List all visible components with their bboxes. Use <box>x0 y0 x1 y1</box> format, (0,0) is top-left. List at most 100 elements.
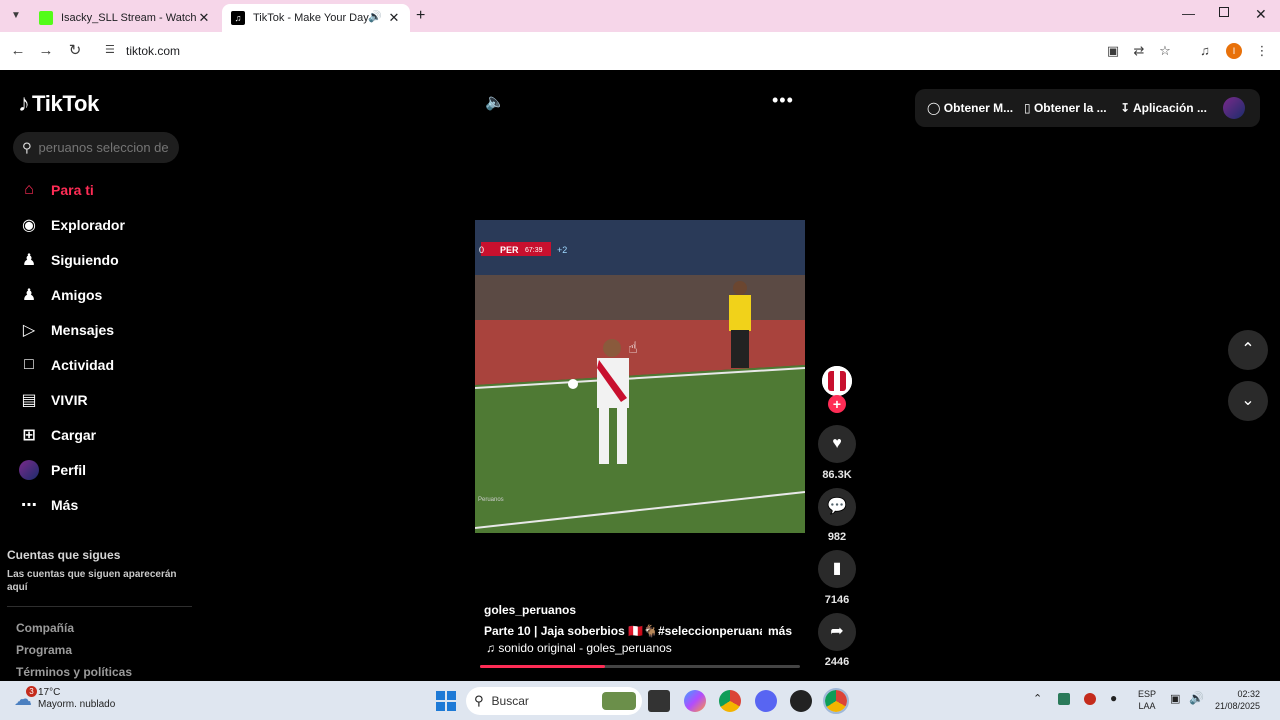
caption-more-link[interactable]: más <box>768 624 792 638</box>
following-title: Cuentas que sigues <box>7 548 121 562</box>
sidebar-item-perfil[interactable]: Perfil <box>18 455 188 485</box>
close-tab-icon[interactable]: ✕ <box>386 10 402 26</box>
fpf-crest-icon <box>822 366 852 396</box>
tray-chevron-icon[interactable]: ⌃ <box>1033 692 1042 705</box>
sidebar-item-siguiendo[interactable]: ♟ Siguiendo <box>18 245 188 275</box>
tray-app-icon[interactable] <box>1058 693 1070 705</box>
address-bar[interactable]: ☰ tiktok.com <box>96 36 1186 66</box>
sidebar-item-para-ti[interactable]: ⌂ Para ti <box>18 175 188 205</box>
footer-link-programa[interactable]: Programa <box>16 643 72 657</box>
phone-icon: ▯ <box>1024 101 1031 115</box>
previous-video-button[interactable]: ⌃ <box>1228 330 1268 370</box>
sidebar-item-explorador[interactable]: ◉ Explorador <box>18 210 188 240</box>
scoreboard-team: PER <box>500 245 519 255</box>
url-text[interactable]: tiktok.com <box>126 44 180 58</box>
volume-tray-icon[interactable]: 🔊 <box>1189 691 1204 705</box>
start-button[interactable] <box>436 691 456 711</box>
back-icon[interactable]: ← <box>8 41 28 61</box>
sidebar-item-label: Cargar <box>51 427 97 443</box>
lang-bottom: LAA <box>1138 701 1156 711</box>
video-progress-bar[interactable] <box>480 665 800 668</box>
media-controls-icon[interactable]: ♫ <box>1195 41 1215 61</box>
microphone-icon[interactable]: ● <box>1110 691 1117 705</box>
browser-tab-strip: ▼ Isacky_SLL Stream - Watch Live ✕ ♫ Tik… <box>0 0 1280 32</box>
comment-count: 982 <box>827 531 847 543</box>
brand-name: TikTok <box>32 91 100 116</box>
search-icon[interactable]: ⚲ <box>22 140 32 156</box>
site-info-icon[interactable]: ☰ <box>105 43 115 56</box>
tab-isacky-stream[interactable]: Isacky_SLL Stream - Watch Live ✕ <box>30 4 220 32</box>
footer-link-terminos[interactable]: Términos y políticas <box>16 665 132 679</box>
get-coins-button[interactable]: ◯ Obtener M... <box>927 101 1013 115</box>
sidebar-item-vivir[interactable]: ▤ VIVIR <box>18 385 188 415</box>
live-icon: ▤ <box>21 392 37 409</box>
sidebar-item-mensajes[interactable]: ▷ Mensajes <box>18 315 188 345</box>
profile-avatar-top[interactable] <box>1223 97 1245 119</box>
menu-kebab-icon[interactable]: ⋮ <box>1252 41 1272 61</box>
profile-avatar[interactable]: I <box>1226 43 1242 59</box>
taskbar-search[interactable]: ⚲ Buscar <box>466 687 642 715</box>
comment-button[interactable]: 💬 <box>818 488 856 526</box>
install-app-icon[interactable]: ▣ <box>1103 41 1123 61</box>
creator-avatar[interactable] <box>822 366 852 396</box>
task-view-icon[interactable] <box>648 690 670 712</box>
football <box>568 379 578 389</box>
video-player[interactable]: 0 PER 67:39 +2 Peruanos ☝ <box>475 220 805 533</box>
volume-icon[interactable]: 🔈 <box>485 92 505 112</box>
system-clock[interactable]: 02:32 21/08/2025 <box>1215 688 1260 712</box>
tiktok-app: ♪ TikTok ⚲ ⌂ Para ti ◉ Explorador ♟ Sigu… <box>0 70 1280 681</box>
sidebar-item-actividad[interactable]: □ Actividad <box>18 350 188 380</box>
clock-date: 21/08/2025 <box>1215 701 1261 711</box>
desktop-app-button[interactable]: ↧ Aplicación ... <box>1120 101 1207 115</box>
close-window-button[interactable]: ✕ <box>1255 6 1267 23</box>
lang-top: ESP <box>1138 689 1157 699</box>
pitch <box>475 365 805 533</box>
minimize-button[interactable]: — <box>1182 6 1195 21</box>
search-box[interactable]: ⚲ <box>13 132 179 163</box>
coin-icon: ◯ <box>927 101 941 115</box>
share-button[interactable]: ➦ <box>818 613 856 651</box>
tab-search-icon[interactable]: ▼ <box>6 6 26 26</box>
search-input[interactable] <box>38 140 169 155</box>
footer-link-compania[interactable]: Compañía <box>16 621 74 635</box>
copilot-icon[interactable] <box>684 690 706 712</box>
more-options-icon[interactable]: ••• <box>772 90 794 111</box>
like-count: 86.3K <box>822 469 852 481</box>
sidebar-item-amigos[interactable]: ♟ Amigos <box>18 280 188 310</box>
reload-icon[interactable]: ↻ <box>65 41 85 61</box>
app-icon[interactable] <box>790 690 812 712</box>
sidebar-item-label: Más <box>51 497 79 513</box>
discord-icon[interactable] <box>755 690 777 712</box>
bookmark-star-icon[interactable]: ☆ <box>1155 41 1175 61</box>
translate-icon[interactable]: ⇄ <box>1129 41 1149 61</box>
scoreboard-extra: +2 <box>557 245 567 255</box>
chrome-active-icon[interactable] <box>823 688 849 714</box>
sound-label: sonido original - goles_peruanos <box>498 641 672 655</box>
sidebar-item-mas[interactable]: ⋯ Más <box>18 490 188 520</box>
new-tab-button[interactable]: + <box>416 7 425 25</box>
maximize-button[interactable] <box>1219 7 1229 17</box>
friends-icon: ♟ <box>21 287 37 304</box>
save-button[interactable]: ▮ <box>818 550 856 588</box>
video-author[interactable]: goles_peruanos <box>484 603 576 617</box>
forward-icon[interactable]: → <box>36 41 56 61</box>
sidebar-item-cargar[interactable]: ⊞ Cargar <box>18 420 188 450</box>
share-arrow-icon: ➦ <box>830 623 844 640</box>
top-actions-bar: ◯ Obtener M... ▯ Obtener la ... ↧ Aplica… <box>915 89 1260 127</box>
speaker-icon[interactable]: 🔊 <box>368 10 382 23</box>
chrome-icon[interactable] <box>719 690 741 712</box>
like-button[interactable]: ♥ <box>818 425 856 463</box>
get-app-button[interactable]: ▯ Obtener la ... <box>1024 101 1107 115</box>
follow-plus-button[interactable]: + <box>828 395 846 413</box>
following-description: Las cuentas que siguen aparecerán aquí <box>7 569 177 593</box>
tab-title: TikTok - Make Your Day <box>253 12 369 24</box>
tray-app-icon[interactable] <box>1084 693 1096 705</box>
close-tab-icon[interactable]: ✕ <box>196 10 212 26</box>
tab-tiktok[interactable]: ♫ TikTok - Make Your Day 🔊 ✕ <box>222 4 410 32</box>
network-icon[interactable]: ▣ <box>1170 692 1180 705</box>
input-language[interactable]: ESP LAA <box>1138 688 1156 712</box>
video-sound[interactable]: ♫ sonido original - goles_peruanos <box>486 641 672 655</box>
next-video-button[interactable]: ⌄ <box>1228 381 1268 421</box>
tiktok-logo[interactable]: ♪ TikTok <box>18 90 99 118</box>
taskbar-search-label: Buscar <box>491 694 529 708</box>
